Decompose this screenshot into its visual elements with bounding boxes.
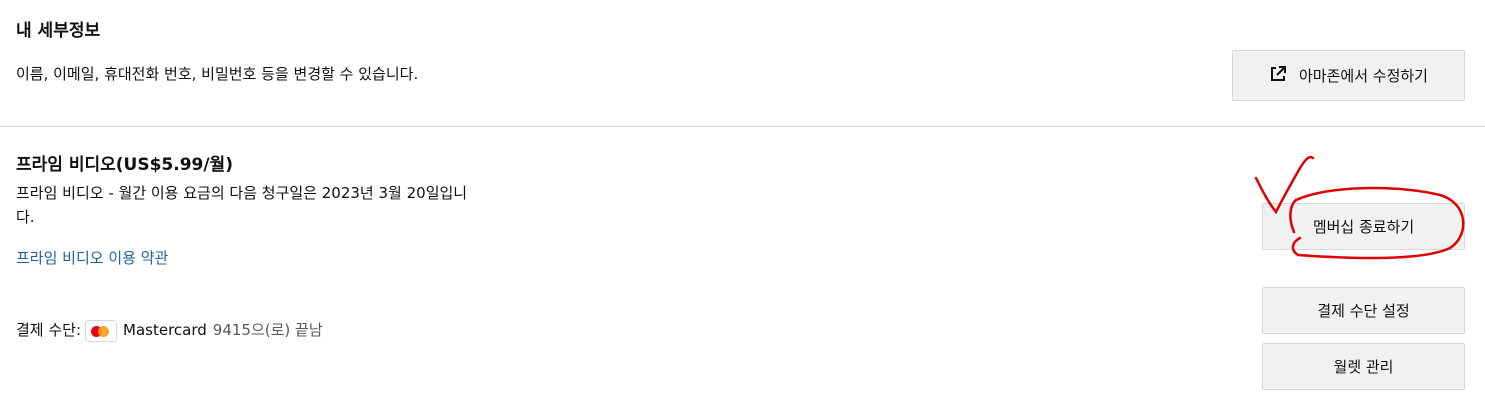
payment-settings-button[interactable]: 결제 수단 설정: [1262, 287, 1465, 334]
edit-button-label: 아마존에서 수정하기: [1299, 67, 1428, 85]
external-link-icon: [1269, 65, 1287, 87]
payment-label: 결제 수단:: [16, 321, 82, 339]
mastercard-icon: [85, 319, 118, 342]
payment-settings-label: 결제 수단 설정: [1317, 302, 1410, 320]
card-brand: Mastercard: [123, 321, 207, 339]
prime-title: 프라임 비디오(US$5.99/월): [16, 155, 233, 175]
payment-method: 결제 수단: Mastercard 9415으(로) 끝남: [16, 318, 323, 343]
section-divider: [0, 126, 1485, 127]
wallet-button[interactable]: 월렛 관리: [1262, 343, 1465, 390]
card-suffix: 9415으(로) 끝남: [212, 321, 323, 339]
billing-text-line1: 프라임 비디오 - 월간 이용 요금의 다음 청구일은 2023년 3월 20일…: [16, 184, 468, 202]
billing-text-line2: 다.: [16, 208, 35, 226]
end-membership-button[interactable]: 멤버십 종료하기: [1262, 203, 1465, 250]
details-title: 내 세부정보: [16, 21, 101, 41]
edit-on-amazon-button[interactable]: 아마존에서 수정하기: [1232, 50, 1465, 101]
details-description: 이름, 이메일, 휴대전화 번호, 비밀번호 등을 변경할 수 있습니다.: [16, 65, 419, 83]
prime-terms-link[interactable]: 프라임 비디오 이용 약관: [16, 246, 168, 271]
wallet-label: 월렛 관리: [1333, 358, 1394, 376]
end-membership-label: 멤버십 종료하기: [1312, 218, 1415, 236]
